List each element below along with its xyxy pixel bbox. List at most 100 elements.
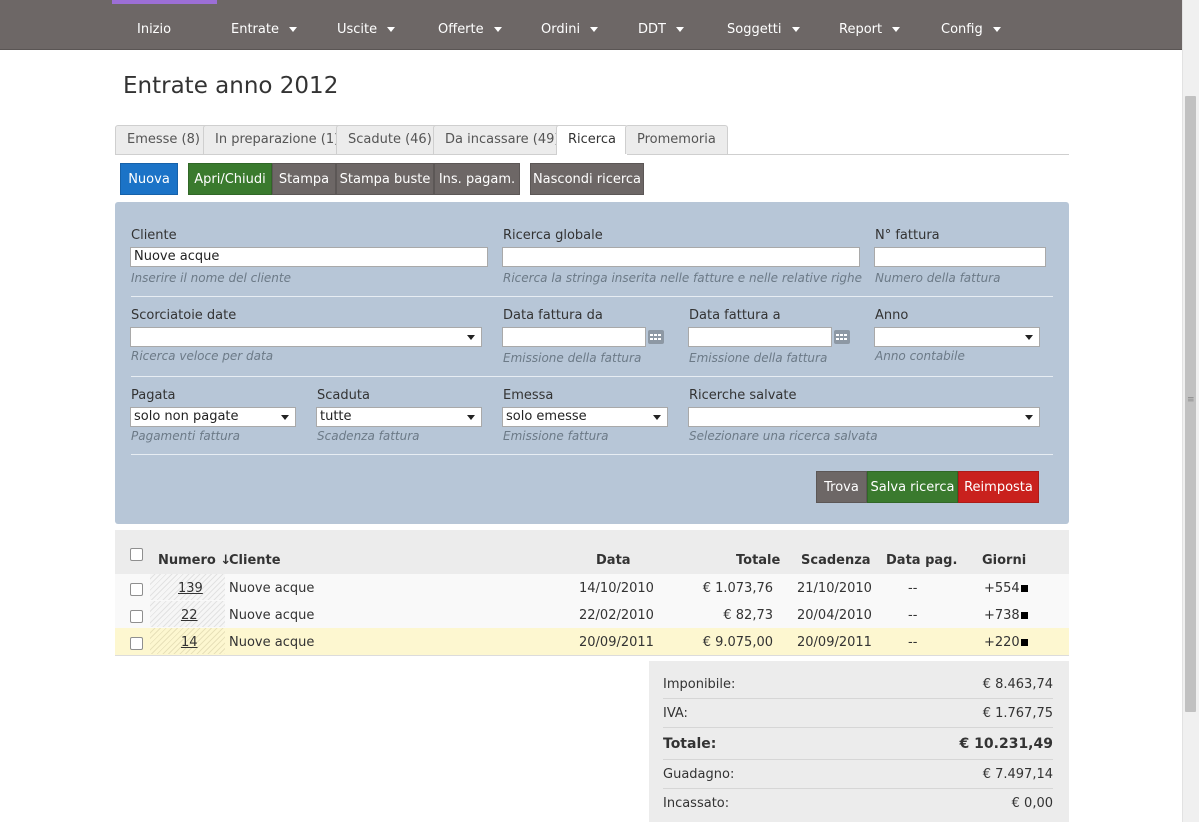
row-totale: € 82,73 — [723, 608, 773, 623]
row-checkbox[interactable] — [130, 583, 143, 596]
row-cliente: Nuove acque — [229, 635, 315, 650]
reimposta-button[interactable]: Reimposta — [958, 471, 1039, 503]
chevron-down-icon — [1025, 335, 1033, 340]
summary-value: € 10.231,49 — [959, 736, 1053, 752]
ins-pagam-button[interactable]: Ins. pagam. — [434, 163, 520, 195]
row-data: 20/09/2011 — [579, 635, 654, 650]
emessa-hint: Emissione fattura — [503, 429, 609, 443]
scaduta-label: Scaduta — [317, 388, 370, 403]
nascondi-ricerca-button[interactable]: Nascondi ricerca — [530, 163, 644, 195]
anno-select[interactable] — [874, 327, 1040, 347]
ricerca-globale-input[interactable] — [502, 247, 860, 267]
tab-ricerca[interactable]: Ricerca — [556, 125, 628, 155]
n-fattura-input[interactable] — [874, 247, 1046, 267]
chevron-down-icon — [467, 335, 475, 340]
anno-label: Anno — [875, 308, 909, 323]
nav-item-inizio[interactable]: Inizio — [137, 0, 171, 49]
status-square-icon — [1021, 585, 1028, 592]
scorciatoie-label: Scorciatoie date — [131, 308, 237, 323]
invoice-number-link[interactable]: 139 — [178, 581, 203, 596]
nuova-button[interactable]: Nuova — [120, 163, 178, 195]
summary-value: € 1.767,75 — [982, 706, 1053, 721]
nav-label: Offerte — [438, 22, 484, 37]
nav-label: Config — [941, 22, 983, 37]
invoice-number-link[interactable]: 14 — [181, 635, 198, 650]
row-scadenza: 20/04/2010 — [797, 608, 872, 623]
tab-scadute[interactable]: Scadute (46) — [336, 125, 444, 154]
summary-label: Imponibile: — [663, 677, 736, 692]
tab-in-preparazione[interactable]: In preparazione (1) — [203, 125, 352, 154]
divider — [131, 454, 1053, 455]
cliente-input[interactable]: Nuove acque — [130, 247, 488, 267]
stampa-buste-button[interactable]: Stampa buste — [336, 163, 434, 195]
column-numero[interactable]: Numero ↓ — [158, 553, 231, 568]
row-totale: € 9.075,00 — [702, 635, 773, 650]
vertical-scrollbar[interactable]: ≡ — [1182, 0, 1199, 822]
scorciatoie-select[interactable] — [130, 327, 482, 347]
row-checkbox[interactable] — [130, 637, 143, 650]
column-cliente[interactable]: Cliente — [229, 553, 281, 568]
column-giorni[interactable]: Giorni — [982, 553, 1026, 568]
n-fattura-label: N° fattura — [875, 228, 940, 243]
row-checkbox[interactable] — [130, 610, 143, 623]
row-data-pag: -- — [908, 635, 918, 650]
calendar-icon[interactable] — [648, 330, 664, 344]
apri-chiudi-button[interactable]: Apri/Chiudi — [188, 163, 272, 195]
tab-promemoria[interactable]: Promemoria — [625, 125, 728, 154]
chevron-down-icon — [467, 415, 475, 420]
row-scadenza: 21/10/2010 — [797, 581, 872, 596]
tab-da-incassare[interactable]: Da incassare (49) — [433, 125, 572, 154]
nav-item-offerte[interactable]: Offerte — [438, 0, 502, 49]
summary-label: IVA: — [663, 706, 688, 721]
pagata-select[interactable]: solo non pagate — [130, 407, 296, 427]
pagata-hint: Pagamenti fattura — [131, 429, 240, 443]
divider — [131, 296, 1053, 297]
grip-icon: ≡ — [1187, 395, 1195, 405]
select-value: solo emesse — [506, 409, 587, 424]
status-square-icon — [1021, 612, 1028, 619]
data-da-label: Data fattura da — [503, 308, 603, 323]
nav-label: Uscite — [337, 22, 378, 37]
nav-label: Entrate — [231, 22, 279, 37]
nav-item-entrate[interactable]: Entrate — [231, 0, 297, 49]
stampa-button[interactable]: Stampa — [272, 163, 336, 195]
scaduta-select[interactable]: tutte — [316, 407, 482, 427]
select-all-checkbox[interactable] — [130, 548, 143, 561]
summary-imponibile: Imponibile: € 8.463,74 — [663, 675, 1053, 699]
ricerca-globale-label: Ricerca globale — [503, 228, 603, 243]
column-scadenza[interactable]: Scadenza — [801, 553, 871, 568]
summary-value: € 7.497,14 — [982, 767, 1053, 782]
nav-label: DDT — [638, 22, 666, 37]
data-a-input[interactable] — [688, 327, 832, 347]
tab-emesse[interactable]: Emesse (8) — [115, 125, 212, 154]
data-a-hint: Emissione della fattura — [689, 351, 828, 365]
row-cliente: Nuove acque — [229, 581, 315, 596]
data-da-hint: Emissione della fattura — [503, 351, 642, 365]
divider — [131, 376, 1053, 377]
nav-item-uscite[interactable]: Uscite — [337, 0, 396, 49]
column-data[interactable]: Data — [596, 553, 631, 568]
status-square-icon — [1021, 639, 1028, 646]
nav-label: Report — [839, 22, 883, 37]
nav-item-soggetti[interactable]: Soggetti — [727, 0, 800, 49]
top-nav-bar: Inizio Entrate Uscite Offerte Ordini DDT… — [0, 0, 1183, 50]
nav-label: Inizio — [137, 22, 172, 37]
salva-ricerca-button[interactable]: Salva ricerca — [867, 471, 958, 503]
invoice-number-link[interactable]: 22 — [181, 608, 198, 623]
emessa-select[interactable]: solo emesse — [502, 407, 668, 427]
ricerche-salvate-select[interactable] — [688, 407, 1040, 427]
nav-item-config[interactable]: Config — [941, 0, 1001, 49]
chevron-down-icon — [892, 27, 901, 32]
nav-item-ddt[interactable]: DDT — [638, 0, 684, 49]
nav-item-report[interactable]: Report — [839, 0, 901, 49]
data-da-input[interactable] — [502, 327, 646, 347]
trova-button[interactable]: Trova — [816, 471, 867, 503]
cliente-label: Cliente — [131, 228, 177, 243]
column-data-pag[interactable]: Data pag. — [886, 553, 957, 568]
nav-item-ordini[interactable]: Ordini — [541, 0, 599, 49]
chevron-down-icon — [493, 27, 502, 32]
column-totale[interactable]: Totale — [736, 553, 780, 568]
scaduta-hint: Scadenza fattura — [317, 429, 420, 443]
tab-bar: Emesse (8) In preparazione (1) Scadute (… — [115, 125, 1069, 155]
calendar-icon[interactable] — [834, 330, 850, 344]
